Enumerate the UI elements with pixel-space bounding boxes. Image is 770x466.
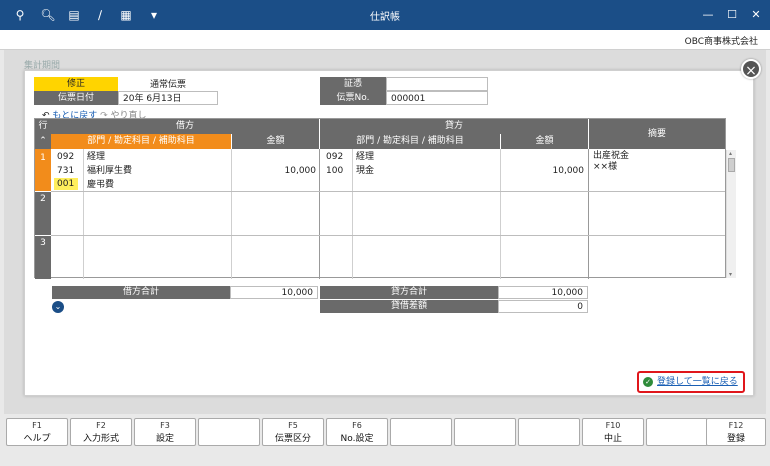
f1-help-button[interactable]: F1 ヘルプ	[6, 418, 68, 446]
fkey-code: F2	[96, 421, 106, 430]
credit-amount-column: 金額	[501, 134, 588, 149]
debit-dept-name: 経理	[87, 152, 106, 162]
debit-account-name: 福利厚生費	[87, 166, 133, 176]
diff-label: 貸借差額	[320, 300, 498, 313]
f3-settings-button[interactable]: F3 設定	[134, 418, 196, 446]
f11-empty-button[interactable]	[646, 418, 708, 446]
credit-amount[interactable]: 10,000	[501, 164, 585, 178]
grid-scrollbar[interactable]: ▴ ▾	[726, 150, 736, 278]
row-number-2[interactable]: 2	[35, 192, 51, 235]
row-number-1[interactable]: 1	[35, 149, 51, 191]
close-dialog-button[interactable]: ×	[741, 59, 761, 79]
grid-line	[83, 149, 84, 279]
evidence-label: 証憑	[320, 77, 386, 91]
grid-line	[51, 191, 725, 192]
row-number-3[interactable]: 3	[35, 236, 51, 279]
close-icon: ×	[745, 63, 757, 79]
debit-total-value: 10,000	[230, 286, 318, 299]
f4-empty-button[interactable]	[198, 418, 260, 446]
f7-empty-button[interactable]	[390, 418, 452, 446]
collapse-icon[interactable]: ⌃	[35, 134, 51, 149]
fkey-label: 登録	[726, 434, 745, 444]
save-and-return-link[interactable]: ✓ 登録して一覧に戻る	[637, 371, 745, 393]
credit-total-label: 貸方合計	[320, 286, 498, 299]
f6-no-settings-button[interactable]: F6 No.設定	[326, 418, 388, 446]
credit-dept-code[interactable]: 092	[326, 150, 343, 164]
credit-total-value: 10,000	[498, 286, 588, 299]
save-and-return-label: 登録して一覧に戻る	[657, 377, 738, 387]
maximize-icon[interactable]: ☐	[724, 7, 740, 23]
debit-dept-code[interactable]: 092	[57, 150, 74, 164]
fkey-code: F3	[160, 421, 170, 430]
minimize-icon[interactable]: —	[700, 7, 716, 23]
memo-line-2[interactable]: ××様	[593, 160, 617, 174]
scroll-thumb[interactable]	[728, 158, 735, 172]
credit-dept-column: 部門 / 勘定科目 / 補助科目	[320, 134, 500, 149]
f9-empty-button[interactable]	[518, 418, 580, 446]
expand-chevron-icon[interactable]: ⌄	[52, 301, 64, 313]
debit-dept-column[interactable]: 部門 / 勘定科目 / 補助科目	[51, 134, 231, 149]
f10-cancel-button[interactable]: F10 中止	[582, 418, 644, 446]
fkey-label: 伝票区分	[274, 434, 311, 444]
slip-type[interactable]: 通常伝票	[118, 77, 218, 91]
debit-account-code[interactable]: 731	[57, 164, 74, 178]
debit-header: 借方	[51, 119, 319, 134]
fkey-code: F6	[352, 421, 362, 430]
credit-account-name: 現金	[356, 166, 375, 176]
diff-value: 0	[498, 300, 588, 313]
credit-dept-name: 経理	[356, 152, 375, 162]
journal-grid: 行 借方 貸方 摘要 ⌃ 部門 / 勘定科目 / 補助科目 金額 部門 / 勘定…	[34, 118, 726, 279]
memo-header: 摘要	[589, 119, 725, 149]
fkey-label: No.設定	[340, 434, 374, 444]
debit-amount-column: 金額	[232, 134, 319, 149]
window-title: 仕訳帳	[370, 12, 400, 23]
fkey-code: F1	[32, 421, 42, 430]
fkey-label: 入力形式	[82, 434, 119, 444]
company-bar: OBC商事株式会社	[0, 30, 770, 50]
fkey-code: F5	[288, 421, 298, 430]
debit-sub-name: 慶弔費	[87, 180, 115, 190]
f2-input-format-button[interactable]: F2 入力形式	[70, 418, 132, 446]
window-close-icon[interactable]: ✕	[748, 7, 764, 23]
title-bar: ⚲ 🔍︎ ▤ ∕ ▦ ▾ 仕訳帳 — ☐ ✕	[0, 0, 770, 30]
credit-account-code[interactable]: 100	[326, 164, 343, 178]
debit-sub-code-input[interactable]: 001	[54, 178, 78, 190]
f12-register-button[interactable]: F12 登録	[706, 418, 766, 446]
evidence-field[interactable]	[386, 77, 488, 91]
scroll-down-icon[interactable]: ▾	[729, 271, 732, 278]
slip-no-label: 伝票No.	[320, 91, 386, 105]
debit-amount[interactable]: 10,000	[232, 164, 317, 178]
fkey-code: F10	[605, 421, 621, 430]
f5-slip-category-button[interactable]: F5 伝票区分	[262, 418, 324, 446]
scroll-up-icon[interactable]: ▴	[729, 150, 732, 157]
fkey-label: 中止	[603, 434, 622, 444]
debit-total-label: 借方合計	[52, 286, 230, 299]
function-key-bar: F1 ヘルプ F2 入力形式 F3 設定 F5 伝票区分 F6 No.設定 F10 中止 F…	[0, 414, 770, 466]
grid-line	[352, 149, 353, 279]
check-icon: ✓	[643, 377, 653, 387]
fkey-label: ヘルプ	[23, 434, 51, 444]
slip-no-field[interactable]: 000001	[386, 91, 488, 105]
f8-empty-button[interactable]	[454, 418, 516, 446]
date-field[interactable]: 20年 6月13日	[118, 91, 218, 105]
fkey-code: F12	[728, 421, 744, 430]
company-name: OBC商事株式会社	[684, 37, 758, 47]
mode-label: 修正	[34, 77, 118, 91]
row-header: 行	[35, 119, 51, 134]
credit-header: 貸方	[320, 119, 588, 134]
fkey-label: 設定	[155, 434, 174, 444]
grid-line	[51, 235, 725, 236]
date-label: 伝票日付	[34, 91, 118, 105]
grid-line	[588, 149, 589, 279]
grid-line	[319, 149, 320, 279]
